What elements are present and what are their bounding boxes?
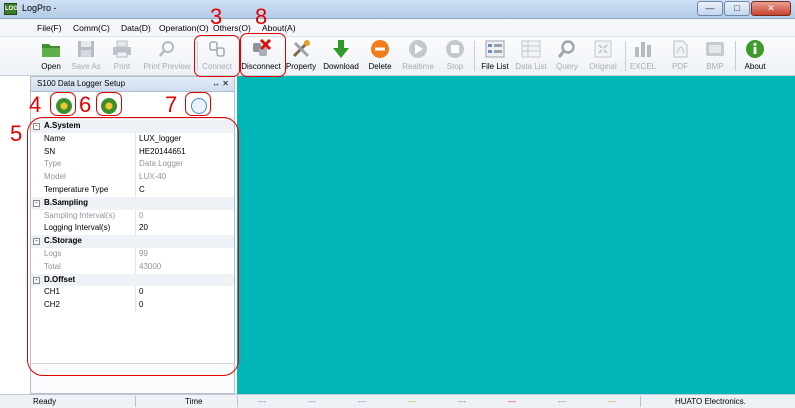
print-preview-button[interactable]: Print Preview xyxy=(141,39,193,74)
magnifier-icon xyxy=(156,39,178,59)
original-label: Original xyxy=(589,62,617,71)
delete-button[interactable]: Delete xyxy=(366,39,394,74)
search-icon xyxy=(556,39,578,59)
image-icon xyxy=(704,39,726,59)
stop-icon xyxy=(444,39,466,59)
realtime-button[interactable]: Realtime xyxy=(400,39,436,74)
delete-label: Delete xyxy=(368,62,392,71)
window-controls: — □ ✕ xyxy=(697,1,791,16)
excel-button[interactable]: EXCEL xyxy=(629,39,657,74)
panel-header: S100 Data Logger Setup ↔ ✕ xyxy=(31,77,234,92)
open-button[interactable]: Open xyxy=(38,39,64,74)
status-separator xyxy=(640,396,641,407)
close-button[interactable]: ✕ xyxy=(751,1,791,16)
bar-chart-icon xyxy=(632,39,654,59)
annotation-number: 4 xyxy=(29,92,42,117)
panel-title: S100 Data Logger Setup xyxy=(37,79,126,88)
annotation-ring-write xyxy=(96,92,122,116)
bmp-button[interactable]: BMP xyxy=(701,39,729,74)
status-field: --- xyxy=(258,397,266,406)
menu-data[interactable]: Data(D) xyxy=(121,23,151,33)
status-field: --- xyxy=(308,397,316,406)
file-list-button[interactable]: File List xyxy=(479,39,511,74)
status-time: Time xyxy=(185,397,203,406)
annotation-ring-disconnect xyxy=(240,33,286,77)
annotation-ring-connect xyxy=(194,35,240,77)
annotation-ring-clock xyxy=(185,92,211,116)
query-button[interactable]: Query xyxy=(553,39,581,74)
title-bar: LOG LogPro - — □ ✕ xyxy=(0,0,795,19)
annotation-number: 6 xyxy=(79,92,92,117)
menu-comm[interactable]: Comm(C) xyxy=(73,23,110,33)
status-field: --- xyxy=(408,397,416,406)
property-label: Property xyxy=(285,62,317,71)
save-as-button[interactable]: Save As xyxy=(71,39,101,74)
download-arrow-icon xyxy=(330,39,352,59)
status-ready: Ready xyxy=(33,397,57,406)
table-icon xyxy=(520,39,542,59)
main-canvas xyxy=(237,76,795,394)
data-list-button[interactable]: Data List xyxy=(514,39,548,74)
pdf-label: PDF xyxy=(672,62,688,71)
pdf-icon xyxy=(669,39,691,59)
bmp-label: BMP xyxy=(706,62,724,71)
print-label: Print xyxy=(113,62,131,71)
open-label: Open xyxy=(41,62,61,71)
status-field: --- xyxy=(608,397,616,406)
floppy-disk-icon xyxy=(75,39,97,59)
menu-operation[interactable]: Operation(O) xyxy=(159,23,209,33)
print-button[interactable]: Print xyxy=(109,39,135,74)
file-list-label: File List xyxy=(481,62,509,71)
data-list-label: Data List xyxy=(515,62,547,71)
status-separator xyxy=(135,396,136,407)
menu-file[interactable]: File(F) xyxy=(37,23,62,33)
annotation-ring-grid xyxy=(27,117,239,376)
window-title: LogPro - xyxy=(22,3,57,13)
list-icon xyxy=(484,39,506,59)
original-button[interactable]: Original xyxy=(586,39,620,74)
annotation-number: 5 xyxy=(10,121,23,146)
panel-pin-close-icons[interactable]: ↔ ✕ xyxy=(212,77,229,91)
annotation-number: 7 xyxy=(165,92,178,117)
folder-icon xyxy=(40,39,62,59)
stop-label: Stop xyxy=(446,62,464,71)
about-label: About xyxy=(744,62,766,71)
stop-button[interactable]: Stop xyxy=(442,39,468,74)
download-label: Download xyxy=(323,62,359,71)
status-bar: Ready Time --- --- --- --- --- --- --- -… xyxy=(0,394,795,408)
realtime-label: Realtime xyxy=(402,62,434,71)
toolbar-separator xyxy=(735,41,736,71)
annotation-ring-read xyxy=(50,92,76,116)
download-button[interactable]: Download xyxy=(321,39,361,74)
excel-label: EXCEL xyxy=(629,62,657,71)
play-icon xyxy=(407,39,429,59)
save-as-label: Save As xyxy=(71,62,101,71)
toolbar-separator xyxy=(474,41,475,71)
query-label: Query xyxy=(556,62,578,71)
toolbar-separator xyxy=(625,41,626,71)
annotation-number: 8 xyxy=(255,4,268,29)
maximize-button[interactable]: □ xyxy=(724,1,750,16)
status-field: --- xyxy=(358,397,366,406)
property-button[interactable]: Property xyxy=(284,39,318,74)
tools-icon xyxy=(290,39,312,59)
status-field: --- xyxy=(508,397,516,406)
info-icon xyxy=(744,39,766,59)
about-button[interactable]: About xyxy=(740,39,770,74)
status-company: HUATO Electronics. xyxy=(675,397,746,406)
status-field: --- xyxy=(558,397,566,406)
toolbar: Open Save As Print Print Preview Connect… xyxy=(0,37,795,76)
status-separator xyxy=(237,396,238,407)
print-preview-label: Print Preview xyxy=(143,62,191,71)
delete-icon xyxy=(369,39,391,59)
original-size-icon xyxy=(592,39,614,59)
pdf-button[interactable]: PDF xyxy=(666,39,694,74)
annotation-number: 3 xyxy=(210,4,223,29)
menu-bar: File(F) Comm(C) Data(D) Operation(O) Oth… xyxy=(0,19,795,37)
app-logo-icon: LOG xyxy=(4,3,18,15)
minimize-button[interactable]: — xyxy=(697,1,723,16)
printer-icon xyxy=(111,39,133,59)
status-field: --- xyxy=(458,397,466,406)
